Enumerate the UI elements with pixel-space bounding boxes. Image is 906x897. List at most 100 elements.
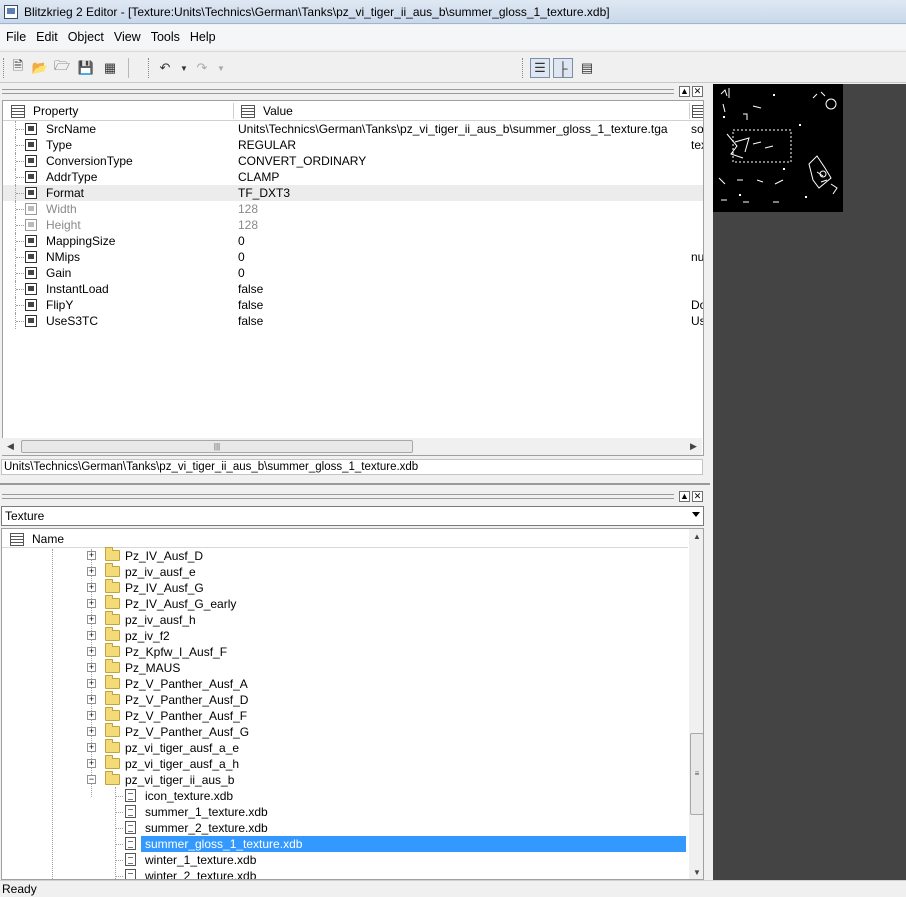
- open-folder-icon[interactable]: 📂: [31, 59, 49, 77]
- menu-tools[interactable]: Tools: [145, 30, 184, 44]
- tree-folder-item[interactable]: + pz_vi_tiger_ausf_a_e: [2, 739, 688, 756]
- folder-icon: [105, 755, 120, 769]
- property-column-header[interactable]: Property: [11, 101, 78, 121]
- expand-icon[interactable]: +: [87, 647, 96, 656]
- tree-vertical-scrollbar[interactable]: ▲ ≡ ▼: [689, 529, 703, 879]
- property-row-addrtype[interactable]: AddrType CLAMP: [3, 169, 703, 185]
- property-row-instantload[interactable]: InstantLoad false: [3, 281, 703, 297]
- properties-dock-bar: ▲ ✕: [2, 86, 704, 98]
- tree-item-label: Pz_IV_Ausf_D: [125, 549, 204, 563]
- folder-icon: [105, 595, 120, 609]
- redo-icon[interactable]: ↷: [193, 59, 211, 77]
- scroll-left-icon[interactable]: ◀: [2, 438, 19, 455]
- menu-file[interactable]: File: [0, 30, 30, 44]
- tree-folder-item[interactable]: + Pz_MAUS: [2, 659, 688, 676]
- toolbar-grip[interactable]: [148, 58, 151, 78]
- close-icon[interactable]: ✕: [692, 86, 703, 97]
- tree-folder-item[interactable]: + pz_iv_ausf_e: [2, 563, 688, 580]
- expand-icon[interactable]: +: [87, 567, 96, 576]
- tree-folder-item[interactable]: + Pz_V_Panther_Ausf_F: [2, 707, 688, 724]
- property-row-gain[interactable]: Gain 0: [3, 265, 703, 281]
- collapse-icon[interactable]: −: [87, 775, 96, 784]
- tree-item-label: summer_gloss_1_texture.xdb: [143, 837, 305, 851]
- expand-icon[interactable]: +: [87, 759, 96, 768]
- property-row-conversiontype[interactable]: ConversionType CONVERT_ORDINARY: [3, 153, 703, 169]
- close-icon[interactable]: ✕: [692, 491, 703, 502]
- tree-file-item[interactable]: summer_2_texture.xdb: [2, 820, 688, 836]
- scroll-down-icon[interactable]: ▼: [689, 865, 703, 879]
- property-row-height[interactable]: Height 128: [3, 217, 703, 233]
- menu-edit[interactable]: Edit: [30, 30, 62, 44]
- document-icon: [125, 853, 136, 866]
- redo-dropdown-icon[interactable]: ▼: [212, 59, 230, 77]
- tree-file-item-selected[interactable]: summer_gloss_1_texture.xdb: [2, 836, 688, 852]
- horizontal-splitter[interactable]: [0, 479, 710, 485]
- expand-icon[interactable]: +: [87, 615, 96, 624]
- property-row-uses3tc[interactable]: UseS3TC false Us: [3, 313, 703, 329]
- properties-horizontal-scrollbar[interactable]: ◀ ||| ▶: [2, 438, 702, 455]
- tree-folder-item[interactable]: + pz_vi_tiger_ausf_a_h: [2, 755, 688, 772]
- tree-file-item[interactable]: winter_2_texture.xdb: [2, 868, 688, 879]
- value-column-header[interactable]: Value: [241, 101, 293, 121]
- list-view-icon[interactable]: ▤: [577, 58, 597, 78]
- tree-folder-item[interactable]: + Pz_V_Panther_Ausf_G: [2, 723, 688, 740]
- property-row-width[interactable]: Width 128: [3, 201, 703, 217]
- tree-folder-item[interactable]: − pz_vi_tiger_ii_aus_b: [2, 771, 688, 788]
- property-row-srcname[interactable]: SrcName Units\Technics\German\Tanks\pz_v…: [3, 121, 703, 137]
- tree-folder-item[interactable]: + Pz_V_Panther_Ausf_A: [2, 675, 688, 692]
- toolbar-grip[interactable]: [522, 58, 525, 78]
- property-row-type[interactable]: Type REGULAR tex: [3, 137, 703, 153]
- tree-folder-item[interactable]: + pz_iv_f2: [2, 627, 688, 644]
- open-file-icon[interactable]: 🗁: [53, 58, 71, 77]
- tree-file-item[interactable]: icon_texture.xdb: [2, 788, 688, 804]
- save-icon[interactable]: 💾: [77, 59, 95, 77]
- toolbar-grip[interactable]: [3, 58, 6, 78]
- menu-view[interactable]: View: [108, 30, 145, 44]
- new-icon[interactable]: 🗎: [9, 58, 27, 77]
- document-icon: [125, 821, 136, 834]
- menu-object[interactable]: Object: [62, 30, 108, 44]
- expand-icon[interactable]: +: [87, 663, 96, 672]
- tree-folder-item[interactable]: + Pz_Kpfw_I_Ausf_F: [2, 643, 688, 660]
- expand-icon[interactable]: +: [87, 727, 96, 736]
- property-row-flipy[interactable]: FlipY false Do: [3, 297, 703, 313]
- menu-help[interactable]: Help: [184, 30, 220, 44]
- property-row-nmips[interactable]: NMips 0 nu: [3, 249, 703, 265]
- object-path-field[interactable]: Units\Technics\German\Tanks\pz_vi_tiger_…: [1, 459, 703, 475]
- expand-icon[interactable]: +: [87, 551, 96, 560]
- scroll-up-icon[interactable]: ▲: [689, 529, 703, 545]
- scrollbar-thumb[interactable]: |||: [21, 440, 413, 453]
- menu-bar: File Edit Object View Tools Help: [0, 25, 906, 49]
- tree-file-item[interactable]: winter_1_texture.xdb: [2, 852, 688, 868]
- tree-folder-item[interactable]: + pz_iv_ausf_h: [2, 611, 688, 628]
- expand-icon[interactable]: +: [87, 695, 96, 704]
- tree-folder-item[interactable]: + Pz_IV_Ausf_G: [2, 579, 688, 596]
- expand-icon[interactable]: +: [87, 583, 96, 592]
- expand-icon[interactable]: +: [87, 599, 96, 608]
- property-view-icon[interactable]: ☰: [530, 58, 550, 78]
- app-icon: [4, 4, 18, 19]
- expand-icon[interactable]: +: [87, 679, 96, 688]
- expand-icon[interactable]: +: [87, 743, 96, 752]
- undo-dropdown-icon[interactable]: ▼: [175, 59, 193, 77]
- dock-arrow-icon[interactable]: ▲: [679, 86, 690, 97]
- object-type-select[interactable]: Texture: [1, 506, 704, 526]
- property-row-format[interactable]: Format TF_DXT3: [3, 185, 703, 201]
- dock-arrow-icon[interactable]: ▲: [679, 491, 690, 502]
- undo-icon[interactable]: ↶: [156, 59, 174, 77]
- tree-folder-item[interactable]: + Pz_V_Panther_Ausf_D: [2, 691, 688, 708]
- properties-icon[interactable]: ▦: [101, 59, 119, 77]
- tree-file-item[interactable]: summer_1_texture.xdb: [2, 804, 688, 820]
- tree-item-label: summer_1_texture.xdb: [145, 805, 268, 819]
- scrollbar-thumb[interactable]: ≡: [690, 733, 703, 815]
- property-row-mappingsize[interactable]: MappingSize 0: [3, 233, 703, 249]
- tree-folder-item[interactable]: + Pz_IV_Ausf_G_early: [2, 595, 688, 612]
- number-property-icon: [25, 203, 37, 215]
- extra-column-header[interactable]: [692, 101, 703, 121]
- tree-folder-item[interactable]: + Pz_IV_Ausf_D: [2, 547, 688, 564]
- expand-icon[interactable]: +: [87, 631, 96, 640]
- tree-view-icon[interactable]: ├: [553, 58, 573, 78]
- expand-icon[interactable]: +: [87, 711, 96, 720]
- scroll-right-icon[interactable]: ▶: [685, 438, 702, 455]
- name-column-header[interactable]: Name: [10, 529, 64, 549]
